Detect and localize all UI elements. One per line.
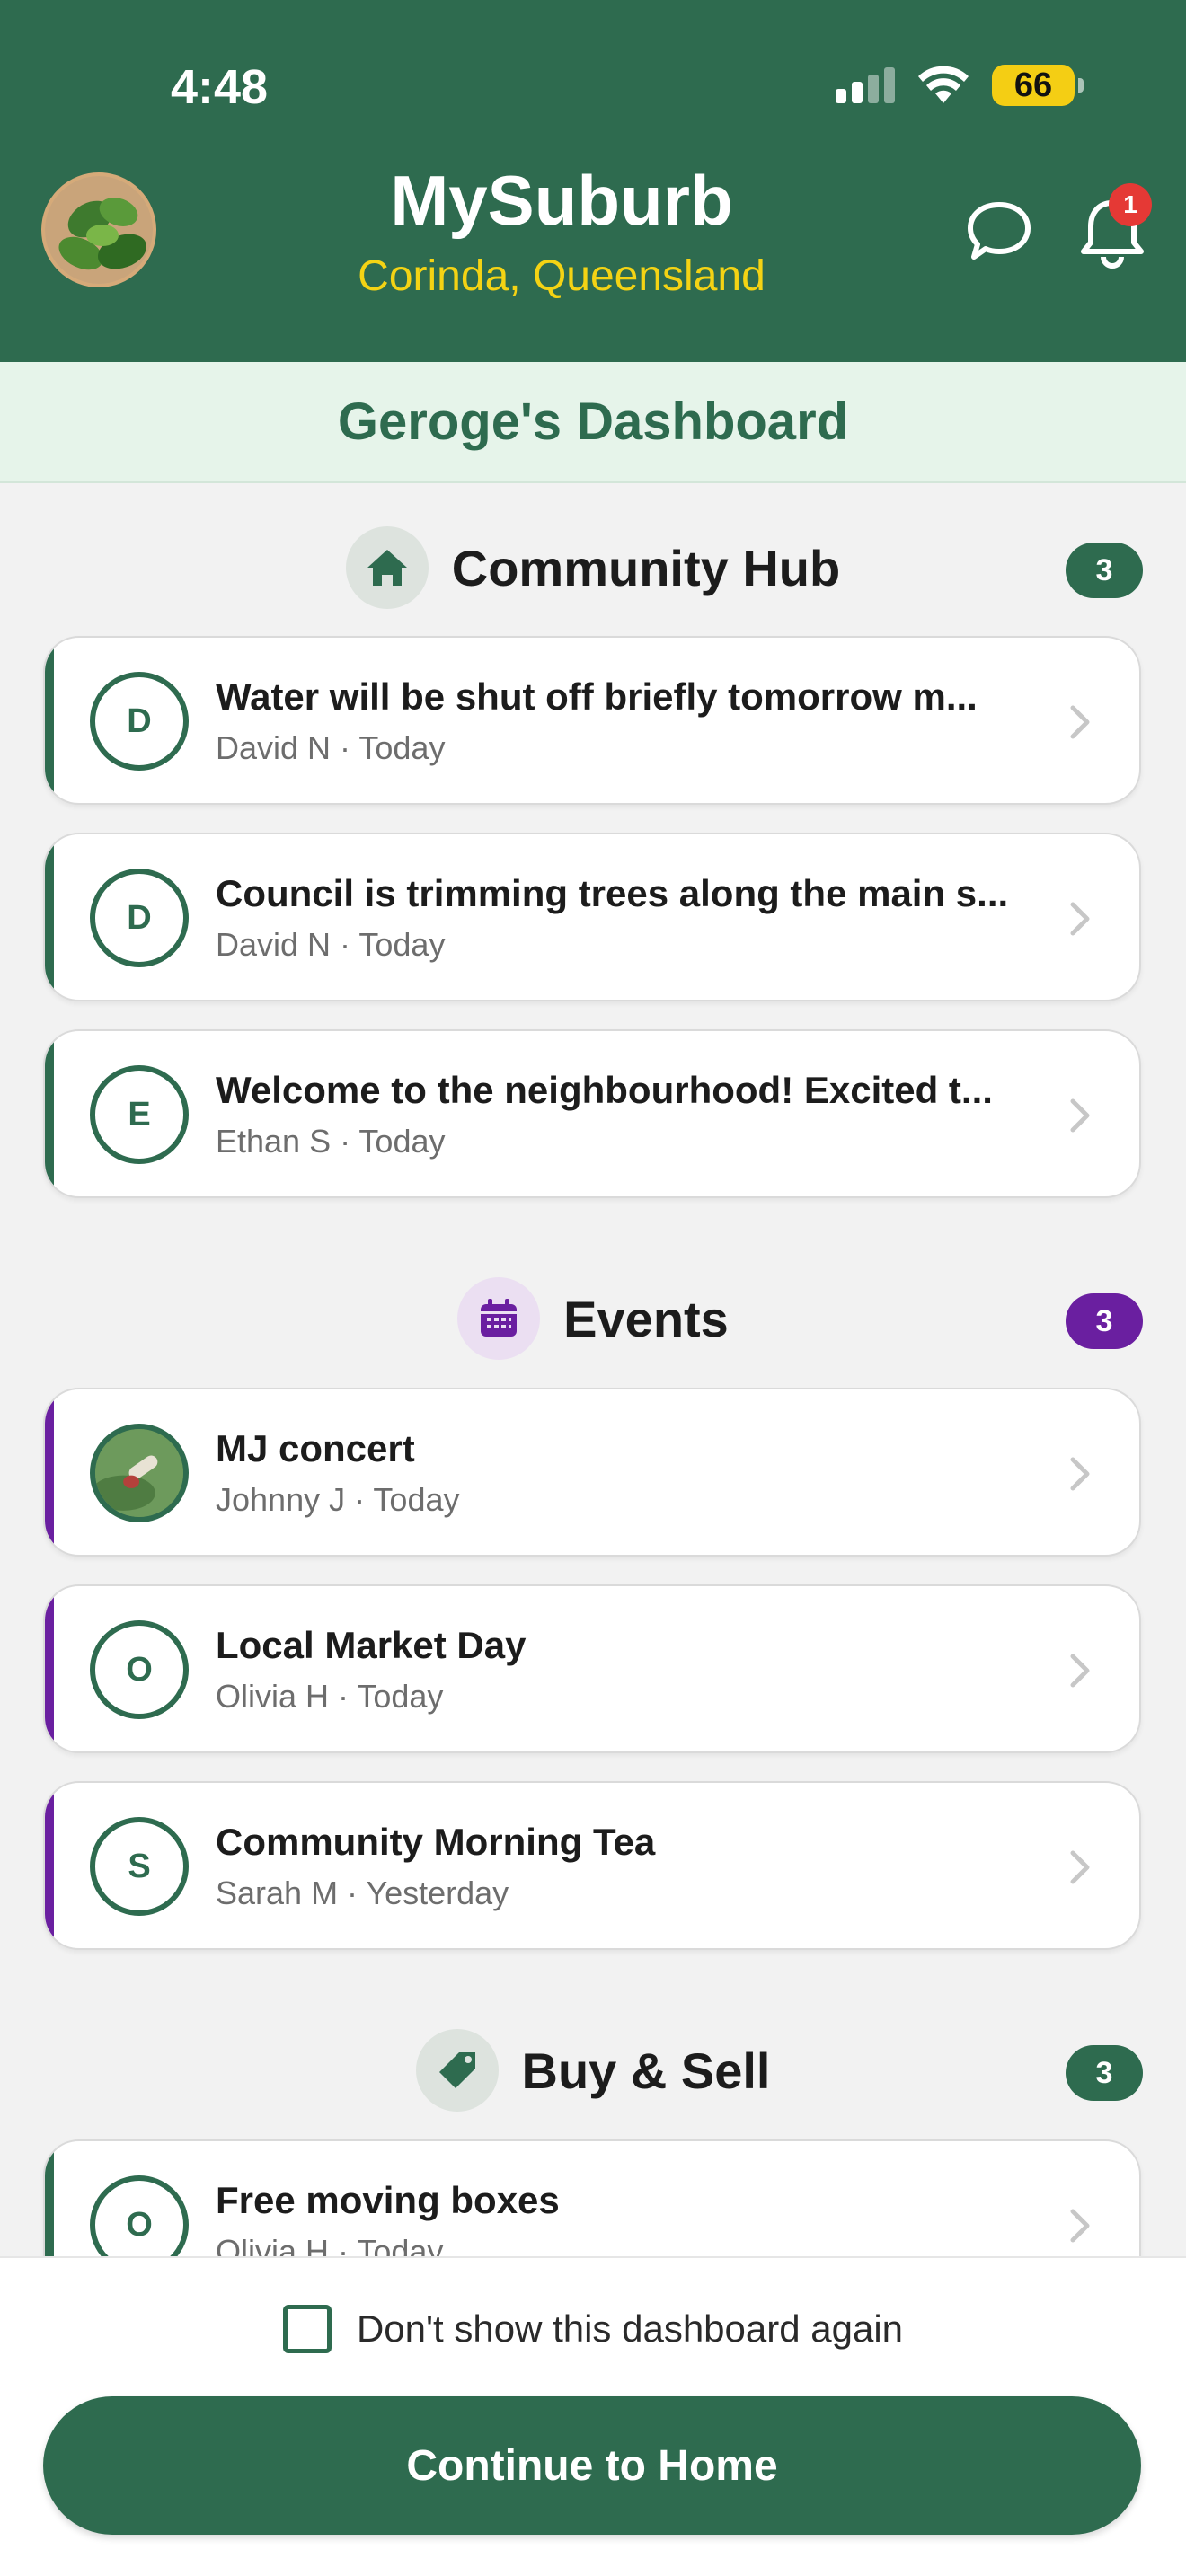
listing-title: Free moving boxes: [216, 2179, 560, 2221]
continue-to-home-button[interactable]: Continue to Home: [43, 2396, 1141, 2535]
section-count-badge: 3: [1066, 543, 1143, 598]
event-title: Local Market Day: [216, 1624, 527, 1666]
card-accent: [45, 1389, 54, 1555]
dont-show-again-row[interactable]: Don't show this dashboard again: [0, 2305, 1186, 2353]
post-title: Council is trimming trees along the main…: [216, 872, 1009, 914]
section-count-badge: 3: [1066, 1293, 1143, 1349]
chevron-right-icon: [1070, 705, 1090, 739]
event-photo-avatar: [90, 1424, 189, 1522]
post-title: Welcome to the neighbourhood! Excited t.…: [216, 1069, 993, 1111]
card-accent: [45, 1783, 54, 1948]
status-icons: 66: [836, 65, 1084, 106]
dont-show-again-label[interactable]: Don't show this dashboard again: [357, 2307, 903, 2351]
section-count-badge: 3: [1066, 2045, 1143, 2101]
dont-show-again-checkbox[interactable]: [282, 2305, 332, 2353]
battery-indicator: 66: [992, 65, 1084, 106]
author-initial-avatar: O: [90, 1620, 189, 1719]
author-initial-avatar: E: [90, 1065, 189, 1164]
list-item[interactable]: D Council is trimming trees along the ma…: [43, 833, 1141, 1001]
chevron-right-icon: [1070, 2209, 1090, 2243]
list-item[interactable]: MJ concert Johnny J · Today: [43, 1388, 1141, 1557]
event-meta: Olivia H · Today: [216, 1678, 444, 1715]
bottom-action-bar: Don't show this dashboard again Continue…: [0, 2256, 1186, 2576]
status-time: 4:48: [171, 60, 269, 114]
post-meta: Ethan S · Today: [216, 1123, 446, 1160]
list-item[interactable]: S Community Morning Tea Sarah M · Yester…: [43, 1781, 1141, 1950]
calendar-icon: [457, 1277, 541, 1360]
location-subtitle: Corinda, Queensland: [358, 252, 766, 300]
user-avatar[interactable]: [41, 172, 156, 287]
dashboard-title: Geroge's Dashboard: [0, 362, 1186, 483]
section-header-events: Events 3: [0, 1274, 1186, 1363]
app-title-block: MySuburb Corinda, Queensland: [270, 160, 854, 301]
section-header-community-hub: Community Hub 3: [0, 523, 1186, 613]
wifi-icon: [918, 66, 969, 103]
chevron-right-icon: [1070, 1850, 1090, 1884]
post-meta: David N · Today: [216, 729, 446, 766]
section-title: Buy & Sell: [521, 2042, 771, 2099]
list-item[interactable]: E Welcome to the neighbourhood! Excited …: [43, 1029, 1141, 1198]
list-item[interactable]: D Water will be shut off briefly tomorro…: [43, 636, 1141, 805]
notification-badge: 1: [1109, 183, 1152, 226]
post-meta: David N · Today: [216, 926, 446, 963]
author-initial-avatar: D: [90, 869, 189, 967]
battery-level: 66: [1013, 66, 1053, 104]
chevron-right-icon: [1070, 1654, 1090, 1688]
section-title: Community Hub: [451, 539, 841, 596]
cellular-signal-icon: [836, 67, 895, 103]
card-accent: [45, 1031, 54, 1196]
section-header-buy-sell: Buy & Sell 3: [0, 2025, 1186, 2115]
card-accent: [45, 1586, 54, 1751]
card-accent: [45, 834, 54, 1000]
event-meta: Johnny J · Today: [216, 1481, 460, 1518]
section-title: Events: [563, 1290, 729, 1347]
chevron-right-icon: [1070, 902, 1090, 936]
home-icon: [345, 526, 429, 609]
list-item[interactable]: O Local Market Day Olivia H · Today: [43, 1584, 1141, 1753]
app-title: MySuburb: [390, 161, 733, 240]
event-meta: Sarah M · Yesterday: [216, 1875, 509, 1911]
card-accent: [45, 638, 54, 803]
chevron-right-icon: [1070, 1457, 1090, 1491]
chevron-right-icon: [1070, 1098, 1090, 1133]
chat-icon[interactable]: [963, 196, 1035, 268]
post-title: Water will be shut off briefly tomorrow …: [216, 675, 978, 718]
event-title: Community Morning Tea: [216, 1821, 656, 1863]
author-initial-avatar: D: [90, 672, 189, 771]
app-header: 4:48 66 MySuburb Corinda, Queensland 1: [0, 0, 1186, 362]
tag-icon: [415, 2029, 499, 2112]
event-title: MJ concert: [216, 1427, 415, 1469]
author-initial-avatar: S: [90, 1817, 189, 1916]
